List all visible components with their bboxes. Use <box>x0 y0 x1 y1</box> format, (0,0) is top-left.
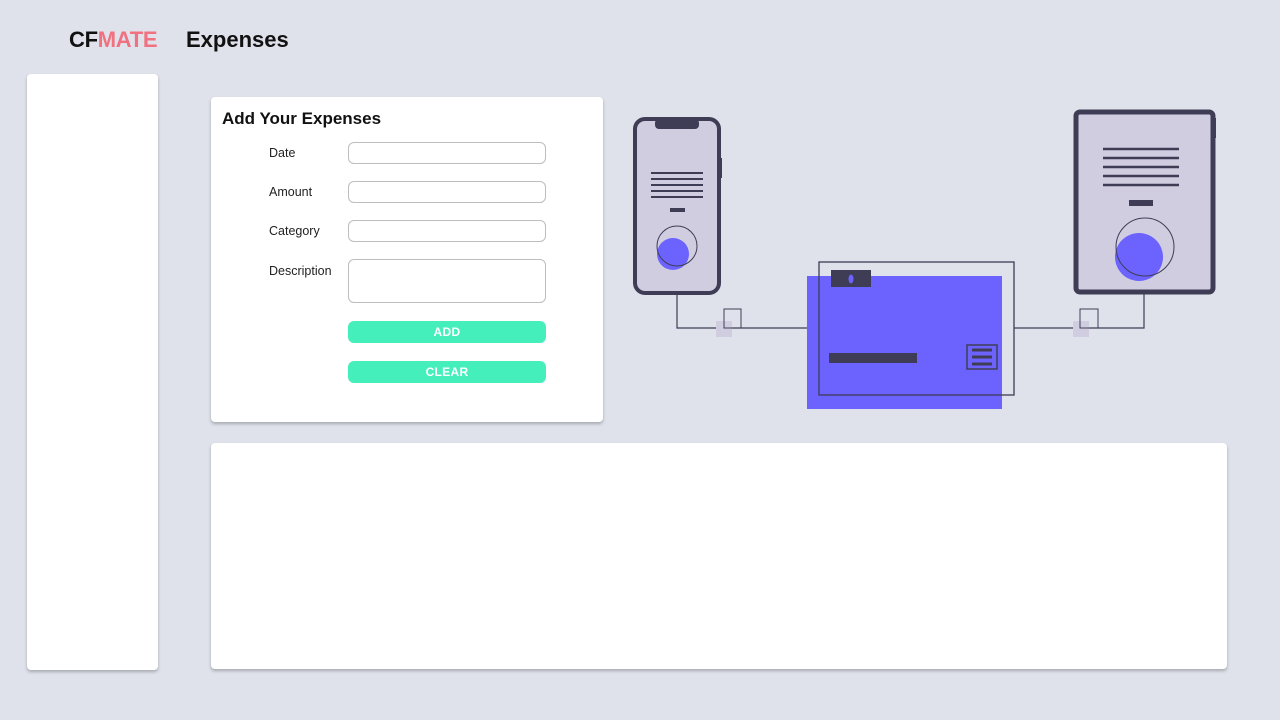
category-label: Category <box>269 224 320 238</box>
sidebar <box>27 74 158 670</box>
logo-mate: MATE <box>97 27 158 52</box>
clear-button[interactable]: CLEAR <box>348 361 546 383</box>
tablet-icon <box>1073 109 1216 295</box>
page-title: Expenses <box>186 27 289 52</box>
connector-left <box>716 308 742 337</box>
phone-icon <box>633 117 722 295</box>
form-title: Add Your Expenses <box>222 109 382 128</box>
date-field[interactable] <box>348 142 546 164</box>
category-field[interactable] <box>348 220 546 242</box>
logo-cf: CF <box>69 27 98 52</box>
terminal-icon <box>807 261 1015 409</box>
expenses-list-panel <box>211 443 1227 669</box>
amount-field[interactable] <box>348 181 546 203</box>
add-button[interactable]: ADD <box>348 321 546 343</box>
connector-right <box>1073 308 1099 337</box>
date-label: Date <box>269 146 296 160</box>
app-header: CFMATE Expenses <box>0 0 1280 74</box>
add-expense-form: Add Your Expenses Date Amount Category D… <box>211 97 603 422</box>
description-field[interactable] <box>348 259 546 303</box>
app-logo[interactable]: CFMATE <box>69 27 158 53</box>
payment-devices-illustration <box>633 109 1216 409</box>
description-label: Description <box>269 264 332 278</box>
amount-label: Amount <box>269 185 313 199</box>
